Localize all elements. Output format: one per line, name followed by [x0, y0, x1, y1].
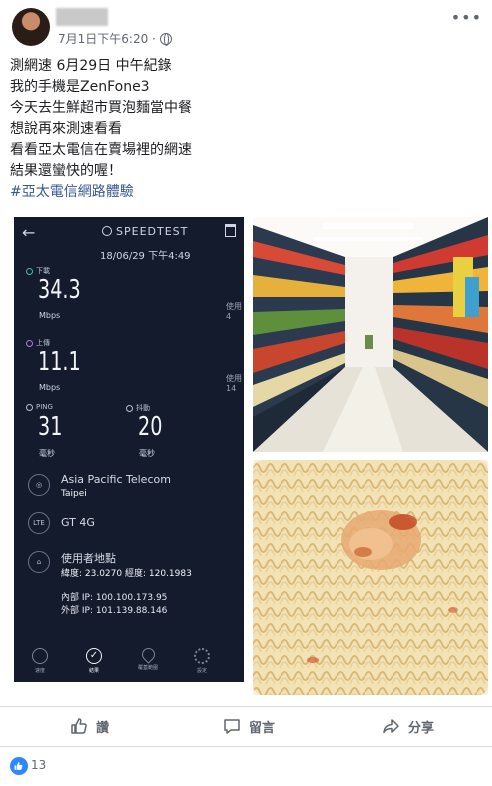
side-use-label: 使用	[226, 302, 242, 311]
upload-unit: Mbps	[39, 383, 61, 392]
divider	[0, 706, 492, 707]
jitter-unit: 毫秒	[139, 449, 155, 458]
post-body: 測網速 6月29日 中午紀錄 我的手機是ZenFone3 今天去生鮮超市買泡麵當…	[10, 56, 480, 203]
post-meta: 7月1日下午6:20 ·	[58, 30, 172, 47]
ping-icon	[26, 403, 33, 411]
instant-noodles-photo[interactable]	[253, 460, 488, 695]
download-icon	[26, 267, 33, 275]
download-unit: Mbps	[39, 311, 61, 320]
side-use-label: 使用	[226, 374, 242, 383]
author-avatar[interactable]	[12, 8, 50, 46]
user-location-icon: ⌂	[28, 551, 50, 573]
post-timestamp[interactable]: 7月1日下午6:20 ·	[58, 30, 156, 47]
hashtag-link[interactable]: #亞太電信網路體驗	[10, 182, 480, 203]
speedtest-header: ← SPEEDTEST	[14, 217, 244, 247]
speedtest-logo-icon	[102, 226, 112, 236]
coordinates: 緯度: 23.0270 經度: 120.1983	[61, 569, 192, 579]
author-name-redacted[interactable]	[56, 8, 108, 26]
post-line: 想說再來測速看看	[10, 121, 122, 137]
more-options-icon[interactable]: •••	[451, 8, 482, 27]
nav-results-label: 結果	[88, 668, 99, 674]
provider-city: Taipei	[61, 489, 87, 499]
nav-results: ✓ 結果	[74, 648, 114, 674]
nav-coverage: 覆蓋範圍	[128, 645, 168, 671]
ping-unit: 毫秒	[39, 449, 55, 458]
speedometer-icon	[32, 648, 48, 664]
ping-label-text: PING	[36, 403, 53, 411]
back-arrow-icon: ←	[22, 223, 36, 242]
post-line: 測網速 6月29日 中午紀錄	[10, 58, 172, 74]
speedtest-screenshot-photo[interactable]: ← SPEEDTEST 18/06/29 下午4:49 下載 34.3 Mbps…	[14, 217, 244, 682]
nav-settings: 設定	[182, 648, 222, 674]
thumbs-up-icon	[14, 762, 23, 770]
speedtest-bottom-nav: 速度 ✓ 結果 覆蓋範圍 設定	[14, 642, 244, 682]
post-photo-grid: ← SPEEDTEST 18/06/29 下午4:49 下載 34.3 Mbps…	[0, 206, 492, 698]
like-reaction-icon[interactable]	[10, 757, 28, 775]
ping-label: PING	[26, 403, 53, 411]
like-label: 讚	[96, 720, 110, 736]
share-button[interactable]: 分享	[382, 708, 434, 744]
jitter-icon	[126, 404, 133, 412]
public-globe-icon	[159, 32, 172, 46]
map-pin-icon	[138, 645, 158, 664]
lte-icon: LTE	[28, 512, 50, 534]
post-line: 我的手機是ZenFone3	[10, 79, 150, 95]
side-use-number: 4	[226, 312, 232, 321]
nav-settings-label: 設定	[196, 668, 207, 674]
speedtest-logo: SPEEDTEST	[102, 225, 188, 238]
provider-name: Asia Pacific Telecom	[61, 473, 171, 486]
reaction-count[interactable]: 13	[31, 758, 46, 772]
post-line: 結果還蠻快的喔！	[10, 163, 122, 179]
share-arrow-icon	[383, 719, 399, 734]
upload-value: 11.1	[38, 347, 81, 377]
post-line: 看看亞太電信在賣場裡的網速	[10, 142, 192, 158]
divider	[0, 746, 492, 747]
nav-speed: 速度	[20, 648, 60, 674]
like-button[interactable]: 讚	[70, 708, 109, 744]
speedtest-logo-text: SPEEDTEST	[116, 225, 189, 238]
gear-icon	[194, 648, 210, 664]
post-line: 今天去生鮮超市買泡麵當中餐	[10, 100, 192, 116]
share-label: 分享	[408, 720, 435, 736]
test-datetime: 18/06/29 下午4:49	[100, 251, 191, 262]
external-ip: 外部 IP: 101.139.88.146	[61, 606, 168, 616]
trash-icon	[225, 224, 236, 237]
comment-label: 留言	[249, 720, 276, 736]
comment-button[interactable]: 留言	[223, 708, 275, 744]
globe-icon: ◎	[28, 474, 50, 496]
ping-value: 31	[38, 412, 63, 442]
internal-ip: 內部 IP: 100.100.173.95	[61, 593, 168, 603]
nav-speed-label: 速度	[34, 668, 45, 674]
nav-coverage-label: 覆蓋範圍	[137, 665, 158, 671]
location-label: 使用者地點	[61, 552, 116, 565]
download-value: 34.3	[38, 275, 81, 305]
jitter-value: 20	[138, 412, 163, 442]
thumbs-up-icon	[71, 718, 87, 734]
supermarket-aisle-photo[interactable]	[253, 217, 488, 452]
comment-bubble-icon	[224, 719, 240, 734]
upload-icon	[26, 339, 33, 347]
network-name: GT 4G	[61, 516, 95, 529]
side-use-number: 14	[226, 384, 237, 393]
checkmark-icon: ✓	[86, 648, 102, 664]
